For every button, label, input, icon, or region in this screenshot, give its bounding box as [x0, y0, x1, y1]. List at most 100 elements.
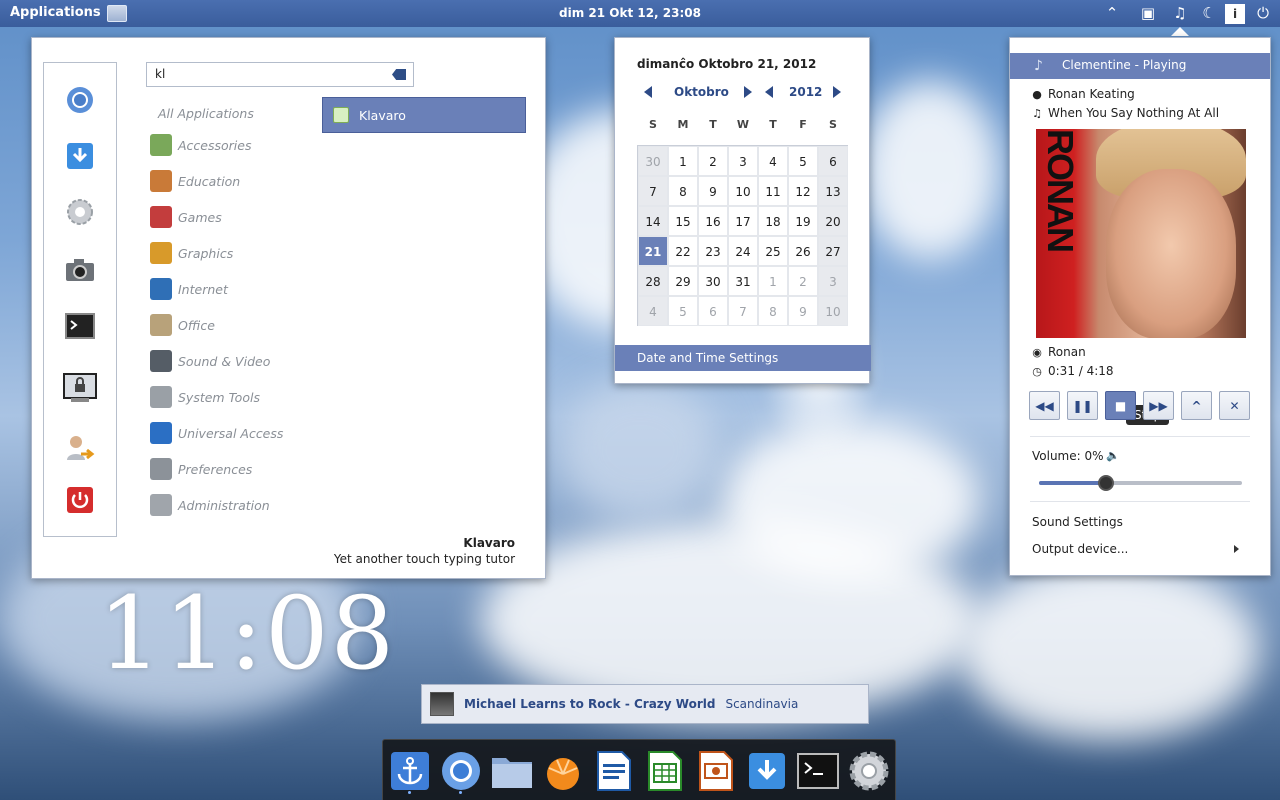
- next-year-button[interactable]: [833, 86, 841, 98]
- calendar-day[interactable]: 15: [668, 206, 698, 236]
- volume-fill: [1039, 481, 1106, 485]
- calendar-day[interactable]: 8: [758, 296, 788, 326]
- previous-button[interactable]: ◀◀: [1029, 391, 1060, 420]
- calendar-day[interactable]: 12: [788, 176, 818, 206]
- calendar-day[interactable]: 9: [698, 176, 728, 206]
- calendar-day[interactable]: 5: [788, 146, 818, 176]
- calendar-day[interactable]: 10: [728, 176, 758, 206]
- calendar-day[interactable]: 6: [818, 146, 848, 176]
- dock-terminal-icon[interactable]: [795, 748, 841, 794]
- calendar-day[interactable]: 1: [668, 146, 698, 176]
- raise-button[interactable]: ^: [1181, 391, 1212, 420]
- calendar-day[interactable]: 17: [728, 206, 758, 236]
- power-icon[interactable]: ⏻: [1252, 3, 1274, 25]
- category-preferences[interactable]: Preferences: [150, 457, 252, 481]
- calendar-day[interactable]: 30: [638, 146, 668, 176]
- calendar-day[interactable]: 31: [728, 266, 758, 296]
- dock-download-icon[interactable]: [744, 748, 790, 794]
- calendar-day[interactable]: 11: [758, 176, 788, 206]
- dock-settings-icon[interactable]: [846, 748, 892, 794]
- calendar-day[interactable]: 19: [788, 206, 818, 236]
- sound-settings-item[interactable]: Sound Settings: [1032, 515, 1123, 529]
- category-games[interactable]: Games: [150, 205, 222, 229]
- category-sound-video[interactable]: Sound & Video: [150, 349, 270, 373]
- stop-button[interactable]: ■: [1105, 391, 1136, 420]
- player-header[interactable]: ♪ Clementine - Playing: [1010, 53, 1270, 79]
- dock-chromium-icon[interactable]: [438, 748, 484, 794]
- calendar-day[interactable]: 2: [788, 266, 818, 296]
- category-graphics[interactable]: Graphics: [150, 241, 233, 265]
- download-icon[interactable]: [63, 139, 97, 173]
- all-applications-category[interactable]: All Applications: [158, 101, 254, 125]
- prev-month-button[interactable]: [644, 86, 652, 98]
- calendar-day[interactable]: 25: [758, 236, 788, 266]
- calendar-day[interactable]: 10: [818, 296, 848, 326]
- category-office[interactable]: Office: [150, 313, 215, 337]
- calendar-day[interactable]: 7: [728, 296, 758, 326]
- calendar-day[interactable]: 9: [788, 296, 818, 326]
- output-device-item[interactable]: Output device...: [1032, 542, 1128, 556]
- moon-icon[interactable]: ☾: [1198, 3, 1220, 25]
- calendar-day[interactable]: 21: [638, 236, 668, 266]
- dock-writer-icon[interactable]: [591, 748, 637, 794]
- settings-icon[interactable]: [63, 195, 97, 229]
- dock-folder-icon[interactable]: [489, 748, 535, 794]
- calendar-day[interactable]: 4: [638, 296, 668, 326]
- lock-screen-icon[interactable]: [63, 371, 97, 405]
- calendar-day[interactable]: 20: [818, 206, 848, 236]
- category-administration[interactable]: Administration: [150, 493, 270, 517]
- calendar-day[interactable]: 30: [698, 266, 728, 296]
- calendar-day[interactable]: 16: [698, 206, 728, 236]
- chromium-icon[interactable]: [63, 83, 97, 117]
- calendar-day[interactable]: 6: [698, 296, 728, 326]
- search-result-label: Klavaro: [359, 107, 406, 123]
- close-player-button[interactable]: ✕: [1219, 391, 1250, 420]
- calendar-day[interactable]: 4: [758, 146, 788, 176]
- calendar-day[interactable]: 2: [698, 146, 728, 176]
- calendar-day[interactable]: 8: [668, 176, 698, 206]
- category-system-tools[interactable]: System Tools: [150, 385, 260, 409]
- info-icon[interactable]: i: [1225, 4, 1245, 24]
- dock-impress-icon[interactable]: [693, 748, 739, 794]
- prev-year-button[interactable]: [765, 86, 773, 98]
- calendar-day[interactable]: 26: [788, 236, 818, 266]
- power-icon[interactable]: [63, 483, 97, 517]
- volume-slider-handle[interactable]: [1097, 475, 1114, 491]
- next-month-button[interactable]: [744, 86, 752, 98]
- panel-clock[interactable]: dim 21 Okt 12, 23:08: [0, 6, 1260, 20]
- calendar-day[interactable]: 23: [698, 236, 728, 266]
- next-button[interactable]: ▶▶: [1143, 391, 1174, 420]
- calendar-day[interactable]: 3: [728, 146, 758, 176]
- calendar-day[interactable]: 5: [668, 296, 698, 326]
- date-time-settings-item[interactable]: Date and Time Settings: [615, 345, 871, 371]
- category-internet[interactable]: Internet: [150, 277, 228, 301]
- terminal-icon[interactable]: [63, 309, 97, 343]
- calendar-day[interactable]: 3: [818, 266, 848, 296]
- search-input[interactable]: kl: [146, 62, 414, 87]
- calendar-day[interactable]: 14: [638, 206, 668, 236]
- calendar-day[interactable]: 27: [818, 236, 848, 266]
- calendar-day[interactable]: 7: [638, 176, 668, 206]
- user-switch-icon[interactable]: [63, 431, 97, 465]
- volume-slider[interactable]: [1039, 475, 1242, 491]
- category-education[interactable]: Education: [150, 169, 240, 193]
- calendar-day[interactable]: 29: [668, 266, 698, 296]
- dock-clementine-icon[interactable]: [540, 748, 586, 794]
- calendar-day[interactable]: 24: [728, 236, 758, 266]
- category-universal-access[interactable]: Universal Access: [150, 421, 283, 445]
- chevron-up-icon[interactable]: ⌃: [1101, 3, 1123, 25]
- calendar-day[interactable]: 18: [758, 206, 788, 236]
- calendar-day[interactable]: 28: [638, 266, 668, 296]
- network-icon[interactable]: ▣: [1137, 3, 1159, 25]
- track-notification[interactable]: Michael Learns to Rock - Crazy World Sca…: [421, 684, 869, 724]
- pause-button[interactable]: ❚❚: [1067, 391, 1098, 420]
- dock-anchor-icon[interactable]: [387, 748, 433, 794]
- dock-calc-icon[interactable]: [642, 748, 688, 794]
- calendar-day[interactable]: 1: [758, 266, 788, 296]
- music-note-icon[interactable]: ♫: [1169, 3, 1191, 25]
- search-result-klavaro[interactable]: Klavaro: [322, 97, 526, 133]
- category-accessories[interactable]: Accessories: [150, 133, 251, 157]
- calendar-day[interactable]: 22: [668, 236, 698, 266]
- camera-icon[interactable]: [63, 253, 97, 287]
- calendar-day[interactable]: 13: [818, 176, 848, 206]
